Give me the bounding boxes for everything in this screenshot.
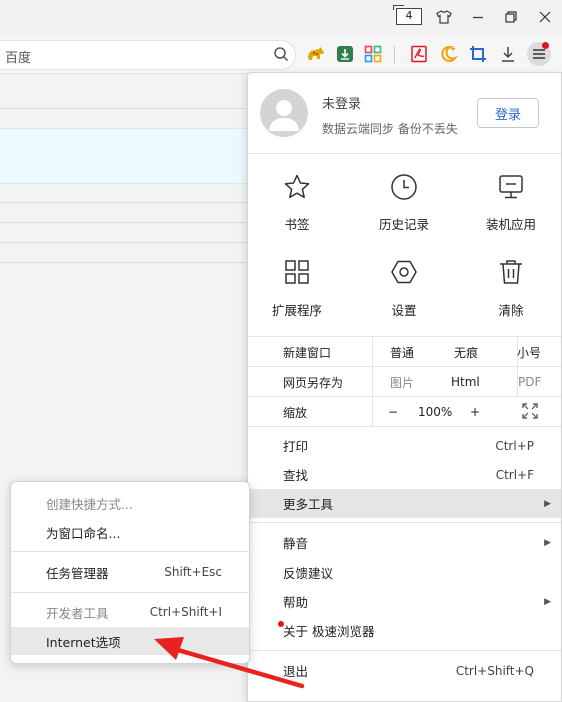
download-manager-extension-icon[interactable] (334, 43, 356, 65)
task-manager-item[interactable]: 任务管理器 Shift+Esc (11, 558, 249, 586)
settings-label: 设置 (391, 303, 417, 318)
notification-dot (542, 42, 549, 49)
exit-shortcut: Ctrl+Shift+Q (455, 663, 534, 678)
zoom-label: 缩放 (283, 405, 308, 420)
monitor-icon (495, 171, 527, 203)
new-small-window-button[interactable]: 小号 (517, 337, 541, 367)
developer-tools-label: 开发者工具 (46, 605, 109, 621)
more-tools-label: 更多工具 (283, 497, 334, 512)
page-divider (0, 202, 246, 203)
account-sync-hint: 数据云端同步 备份不丢失 (322, 122, 458, 136)
page-divider (0, 242, 246, 243)
page-divider (0, 108, 246, 109)
extensions-grid-icon (281, 256, 313, 288)
print-label: 打印 (283, 439, 309, 454)
help-label: 帮助 (283, 595, 309, 610)
night-mode-moon-icon[interactable] (437, 43, 459, 65)
save-as-html-button[interactable]: Html (451, 367, 480, 397)
tab-count-badge[interactable]: 4 (393, 5, 422, 25)
extensions-item[interactable] (281, 256, 313, 288)
new-window-label[interactable]: 新建窗口 (283, 337, 331, 367)
find-label: 查找 (283, 468, 309, 483)
account-status: 未登录 (322, 97, 362, 112)
page-highlight-block (0, 128, 246, 184)
find-menu-item[interactable]: 查找 Ctrl+F (248, 460, 561, 489)
settings-hexagon-icon (388, 256, 420, 288)
new-normal-window-button[interactable]: 普通 (390, 337, 414, 367)
trash-icon (495, 256, 527, 288)
bookmarks-item[interactable] (281, 171, 313, 203)
feedback-label: 反馈建议 (283, 566, 334, 581)
page-divider (0, 222, 246, 223)
column-divider (372, 337, 373, 426)
developer-tools-shortcut: Ctrl+Shift+I (149, 605, 222, 619)
help-menu-item[interactable]: 帮助 ▶ (248, 587, 561, 616)
leopard-extension-icon[interactable] (305, 43, 327, 65)
avatar[interactable] (260, 89, 308, 137)
app-installer-label: 装机应用 (485, 217, 536, 232)
menu-separator (248, 153, 561, 154)
clock-icon (388, 171, 420, 203)
save-as-image-button[interactable]: 图片 (390, 367, 414, 397)
zoom-out-button[interactable]: − (388, 397, 398, 427)
submenu-arrow-icon: ▶ (544, 596, 551, 607)
toolbar-divider (394, 46, 395, 64)
skin-shirt-icon[interactable] (433, 6, 455, 28)
bookmarks-label: 书签 (284, 217, 310, 232)
star-icon (281, 171, 313, 203)
zoom-level: 100% (418, 405, 453, 419)
page-divider (0, 262, 246, 263)
close-icon[interactable] (534, 6, 556, 28)
find-shortcut: Ctrl+F (495, 467, 534, 482)
name-window-label: 为窗口命名... (46, 525, 121, 541)
search-icon[interactable] (270, 43, 292, 65)
submenu-separator (11, 551, 249, 552)
crop-screenshot-icon[interactable] (467, 43, 489, 65)
pdf-icon[interactable] (408, 43, 430, 65)
print-menu-item[interactable]: 打印 Ctrl+P (248, 431, 561, 460)
internet-options-label: Internet选项 (46, 634, 121, 650)
app-installer-item[interactable] (495, 171, 527, 203)
restore-window-icon[interactable] (500, 6, 522, 28)
more-tools-menu-item[interactable]: 更多工具 ▶ (248, 489, 561, 518)
print-shortcut: Ctrl+P (495, 438, 534, 453)
clear-data-item[interactable] (495, 256, 527, 288)
zoom-in-button[interactable]: + (470, 397, 480, 427)
submenu-arrow-icon: ▶ (544, 537, 551, 548)
settings-item[interactable] (388, 256, 420, 288)
history-item[interactable] (388, 171, 420, 203)
submenu-arrow-icon: ▶ (544, 498, 551, 509)
create-shortcut-label: 创建快捷方式... (46, 496, 133, 512)
extensions-label: 扩展程序 (271, 303, 322, 318)
main-menu-button[interactable] (527, 42, 551, 66)
task-manager-shortcut: Shift+Esc (164, 565, 222, 579)
menu-separator (248, 522, 561, 523)
download-icon[interactable] (497, 43, 519, 65)
user-avatar-icon (269, 100, 299, 131)
minimize-icon[interactable] (467, 6, 489, 28)
mute-label: 静音 (283, 536, 309, 551)
clear-data-label: 清除 (498, 303, 524, 318)
create-shortcut-item[interactable]: 创建快捷方式... (11, 489, 249, 517)
new-incognito-window-button[interactable]: 无痕 (454, 337, 478, 367)
address-bar-placeholder: 百度 (5, 51, 32, 66)
name-window-item[interactable]: 为窗口命名... (11, 518, 249, 546)
history-label: 历史记录 (378, 217, 429, 232)
apps-grid-extension-icon[interactable] (362, 43, 384, 65)
submenu-separator (11, 592, 249, 593)
save-as-pdf-button[interactable]: PDF (518, 367, 541, 397)
fullscreen-icon[interactable] (522, 403, 538, 419)
address-bar[interactable] (0, 40, 296, 70)
task-manager-label: 任务管理器 (46, 565, 109, 581)
mute-menu-item[interactable]: 静音 ▶ (248, 528, 561, 557)
save-page-as-label[interactable]: 网页另存为 (283, 367, 343, 397)
annotation-arrow (154, 637, 305, 689)
login-button[interactable]: 登录 (477, 98, 539, 128)
feedback-menu-item[interactable]: 反馈建议 (248, 558, 561, 587)
